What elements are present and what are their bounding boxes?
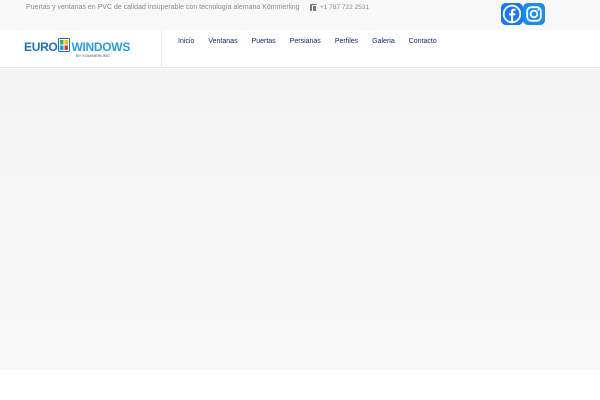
nav-item-contacto[interactable]: Contacto xyxy=(409,38,437,45)
site-header: EURO WINDOWS BY KÖMMERLING Inicio Ventan… xyxy=(0,30,600,68)
nav-item-ventanas[interactable]: Ventanas xyxy=(208,38,237,45)
nav-item-inicio[interactable]: Inicio xyxy=(178,38,194,45)
logo-container[interactable]: EURO WINDOWS BY KÖMMERLING xyxy=(0,30,162,68)
phone-contact[interactable]: +1 787 722 2531 xyxy=(310,4,369,12)
logo-text-euro: EURO xyxy=(24,40,58,54)
euro-windows-logo[interactable]: EURO WINDOWS BY KÖMMERLING xyxy=(24,38,130,60)
window-icon xyxy=(58,38,71,52)
nav-item-puertas[interactable]: Puertas xyxy=(252,38,276,45)
main-nav: Inicio Ventanas Puertas Persianas Perfil… xyxy=(178,38,451,45)
nav-item-persianas[interactable]: Persianas xyxy=(290,38,321,45)
instagram-link[interactable] xyxy=(523,3,545,25)
facebook-icon xyxy=(501,3,523,25)
nav-item-galeria[interactable]: Galeria xyxy=(372,38,395,45)
top-bar: Puertas y ventanas en PVC de calidad ins… xyxy=(0,0,600,30)
nav-item-perfiles[interactable]: Perfiles xyxy=(335,38,358,45)
hero-banner xyxy=(0,69,600,370)
phone-icon xyxy=(310,4,317,12)
tagline: Puertas y ventanas en PVC de calidad ins… xyxy=(26,4,300,11)
logo-text-windows: WINDOWS xyxy=(71,40,131,54)
logo-byline: BY KÖMMERLING xyxy=(76,53,110,58)
instagram-icon xyxy=(523,3,545,25)
phone-number[interactable]: +1 787 722 2531 xyxy=(320,4,369,11)
below-hero-strip xyxy=(0,370,600,400)
facebook-link[interactable] xyxy=(501,3,523,25)
